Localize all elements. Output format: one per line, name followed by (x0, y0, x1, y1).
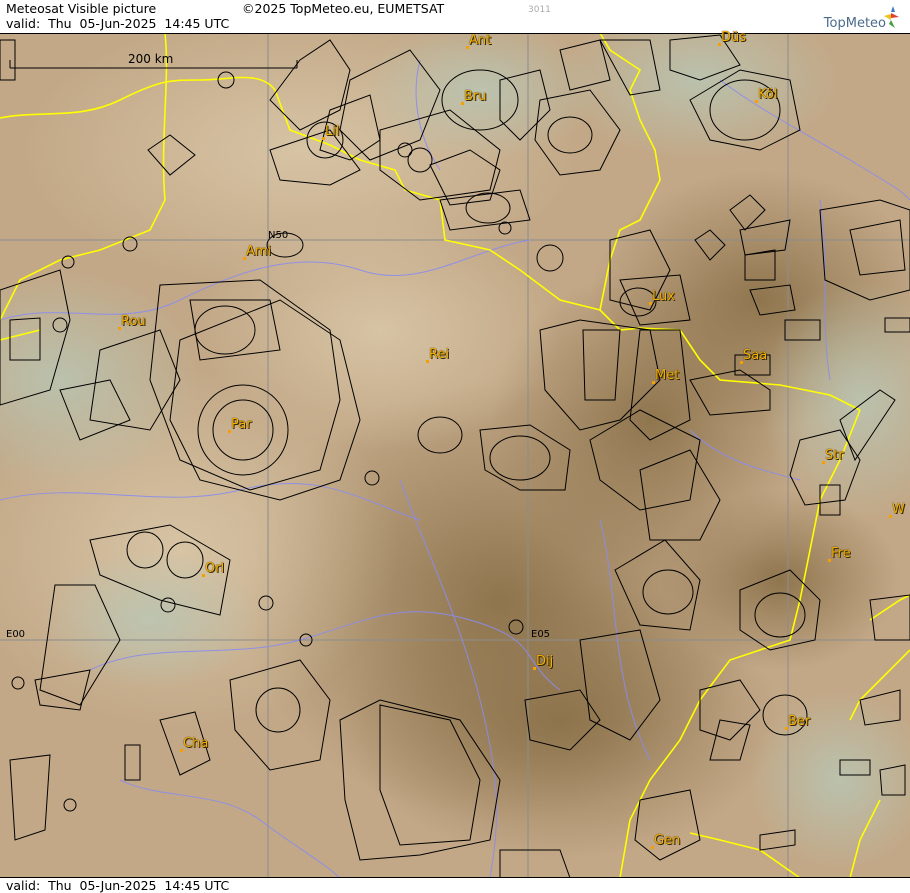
brand-name[interactable]: TopMeteo (824, 16, 886, 31)
city-label: Köl (758, 87, 778, 102)
city-label: Bru (464, 89, 487, 104)
city-label: Ant (469, 33, 492, 48)
city-label: Saa (743, 348, 768, 363)
city-label: Lux (652, 289, 675, 304)
satellite-map[interactable] (0, 0, 910, 893)
city-label: Str (825, 448, 844, 463)
valid-time-bottom: valid: Thu 05-Jun-2025 14:45 UTC (6, 878, 230, 893)
city-label: Fre (831, 546, 851, 561)
grid-label-e00: E00 (6, 629, 26, 640)
grid-label-e05: E05 (531, 629, 551, 640)
valid-time-top: valid: Thu 05-Jun-2025 14:45 UTC (6, 16, 230, 31)
header-bar: Meteosat Visible picture ©2025 TopMeteo.… (0, 0, 910, 34)
city-label: Ami (246, 244, 272, 259)
city-label: Orl (205, 561, 225, 576)
product-code: 3011 (528, 5, 551, 15)
city-label: Cha (183, 736, 209, 751)
footer-bar: valid: Thu 05-Jun-2025 14:45 UTC (0, 877, 910, 893)
copyright-text: ©2025 TopMeteo.eu, EUMETSAT (242, 1, 445, 16)
city-label: Dij (536, 654, 554, 669)
map-title: Meteosat Visible picture (6, 1, 157, 16)
city-label: Rou (121, 314, 146, 329)
scale-label: 200 km (128, 52, 174, 66)
city-label: Düs (721, 30, 747, 45)
city-label: Ber (788, 714, 811, 729)
city-label: Par (231, 417, 252, 432)
topmeteo-logo-icon (884, 6, 899, 28)
grid-label-n50: N50 (268, 230, 289, 241)
city-label: Rei (429, 347, 450, 362)
map-frame: Meteosat Visible picture ©2025 TopMeteo.… (0, 0, 910, 893)
city-label: W (892, 502, 905, 517)
city-label: Gen (654, 833, 681, 848)
city-label: Met (655, 368, 680, 383)
city-label: Lil (325, 124, 340, 139)
